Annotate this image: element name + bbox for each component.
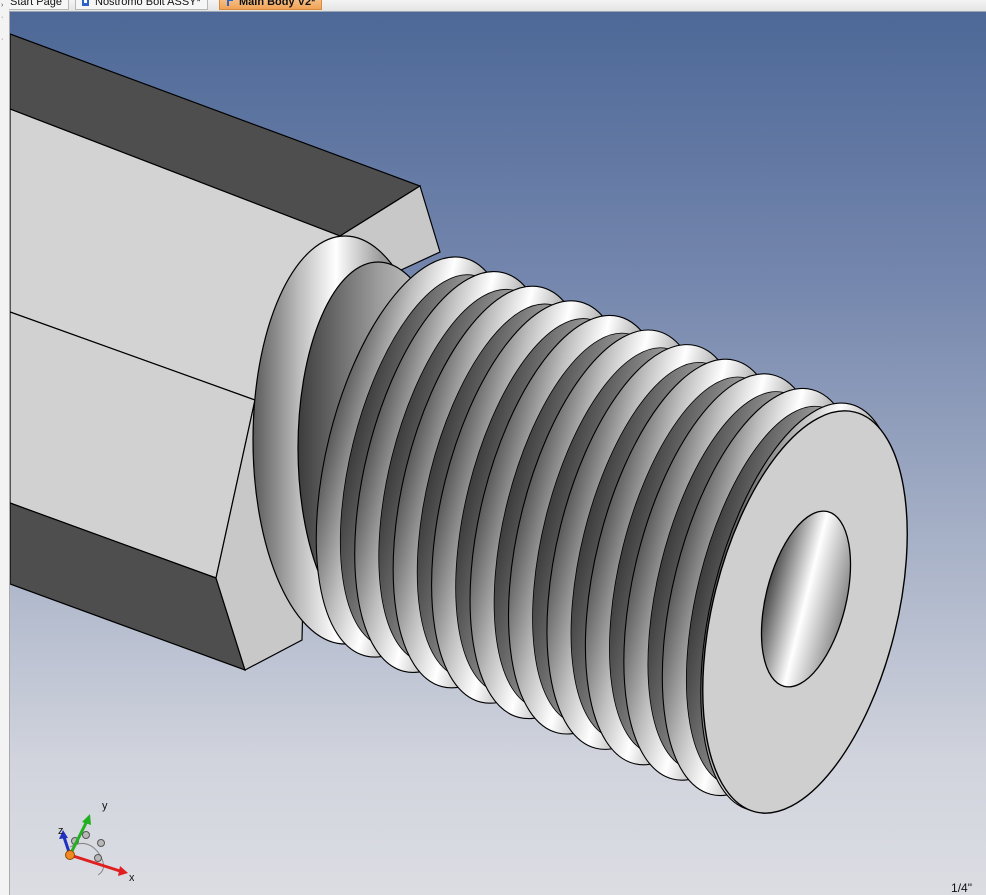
x-axis-label: x	[129, 872, 134, 884]
panel-edge-mark: ›	[1, 2, 4, 9]
bolt-model[interactable]	[10, 12, 986, 895]
tab-nostromo-bolt-assy[interactable]: Nostromo Bolt ASSY*	[75, 0, 208, 10]
tab-label: Main Body V2*	[239, 0, 316, 8]
tab-label: Start Page	[10, 0, 62, 8]
axis-triad[interactable]: y z x	[54, 797, 135, 892]
panel-edge-mark: ·	[1, 14, 4, 21]
tab-main-body-v2[interactable]: Main Body V2*	[219, 0, 323, 10]
y-axis-label: y	[102, 800, 108, 812]
panel-edge-mark: ·	[1, 36, 4, 43]
triad-handle[interactable]	[97, 839, 105, 847]
scale-label: 1/4"	[951, 881, 972, 895]
triad-handle[interactable]	[82, 831, 90, 839]
z-axis-label: z	[58, 825, 64, 837]
part-icon	[226, 0, 234, 7]
assembly-icon	[82, 0, 90, 7]
3d-viewport[interactable]: y z x 1/4"	[10, 12, 986, 895]
tab-start-page[interactable]: Start Page	[9, 0, 69, 10]
left-panel-edge[interactable]: › · ·	[0, 0, 10, 895]
document-tab-bar: Start Page Nostromo Bolt ASSY* Main Body…	[9, 0, 986, 12]
tab-label: Nostromo Bolt ASSY*	[95, 0, 201, 8]
triad-handle[interactable]	[94, 854, 102, 862]
